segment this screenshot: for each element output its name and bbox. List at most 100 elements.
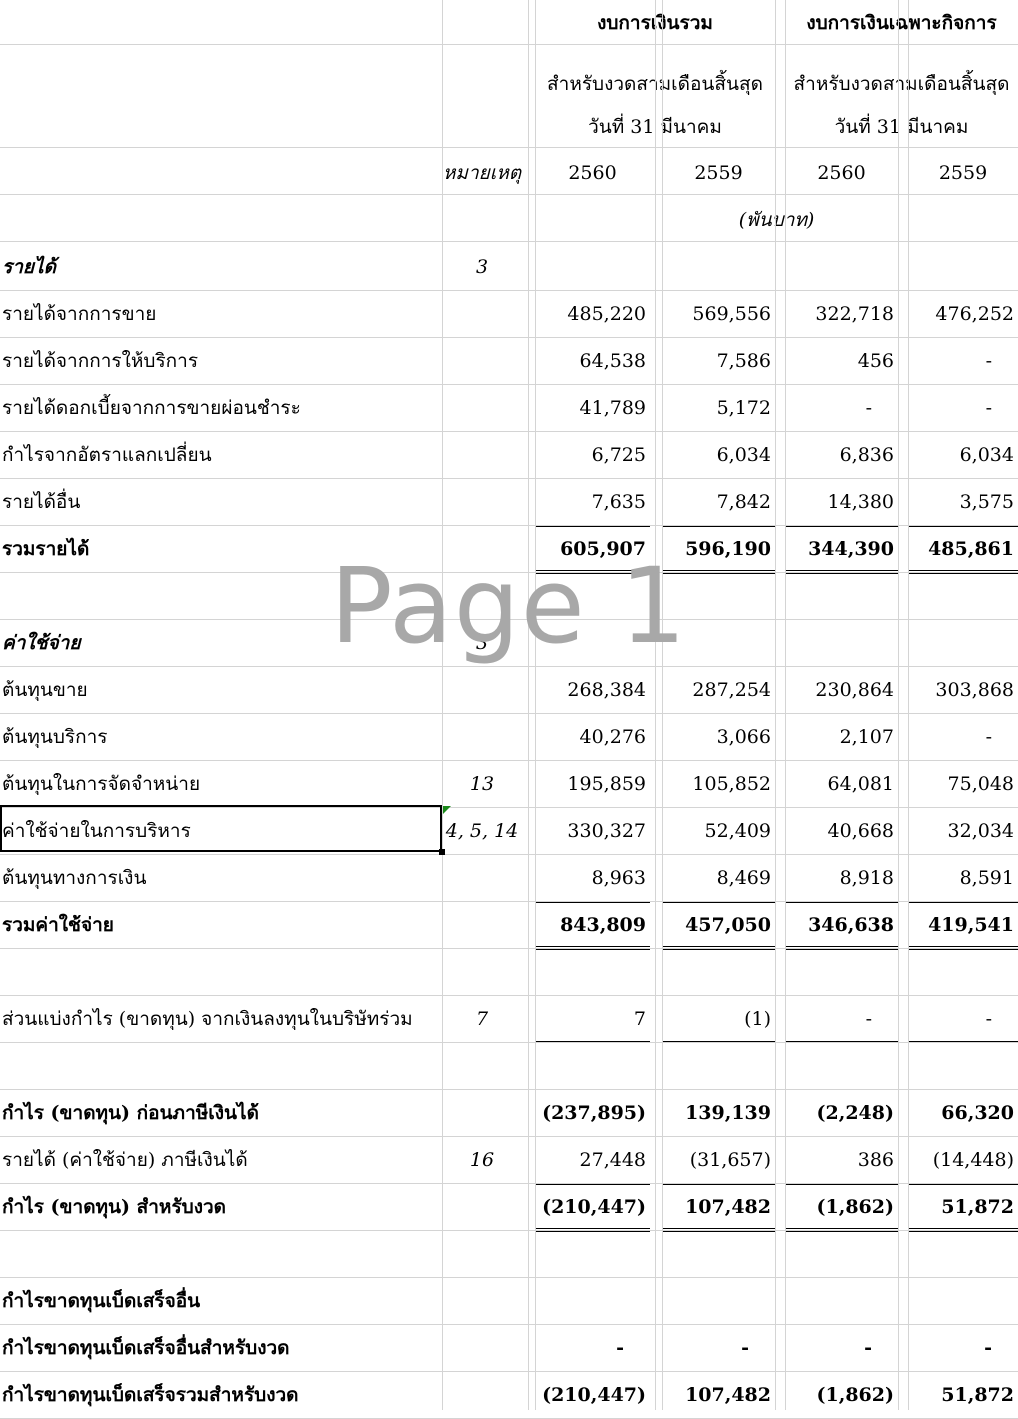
row-note[interactable] bbox=[442, 432, 522, 479]
row-note[interactable]: 4, 5, 14 bbox=[442, 808, 522, 855]
value-cell[interactable]: - bbox=[535, 1325, 624, 1372]
value-cell[interactable]: 303,868 bbox=[908, 667, 1014, 714]
row-note[interactable] bbox=[442, 573, 522, 620]
value-cell[interactable]: 419,541 bbox=[908, 902, 1014, 949]
row-label[interactable]: รายได้จากการให้บริการ bbox=[2, 338, 198, 385]
value-cell[interactable]: 6,836 bbox=[785, 432, 894, 479]
row-label[interactable]: กำไรขาดทุนเบ็ดเสร็จอื่นสำหรับงวด bbox=[2, 1325, 290, 1372]
value-cell[interactable]: - bbox=[908, 338, 992, 385]
row-label[interactable]: รายได้จากการขาย bbox=[2, 291, 156, 338]
selected-cell-outline[interactable] bbox=[0, 805, 445, 855]
unit-label[interactable]: (พันบาท) bbox=[535, 197, 1018, 244]
header-separate[interactable]: งบการเงินเฉพาะกิจการ bbox=[785, 0, 1018, 47]
row-label[interactable]: กำไรขาดทุนเบ็ดเสร็จรวมสำหรับงวด bbox=[2, 1372, 299, 1419]
value-cell[interactable]: 456 bbox=[785, 338, 894, 385]
comment-indicator-icon[interactable] bbox=[443, 806, 451, 814]
row-note[interactable]: 16 bbox=[442, 1137, 522, 1184]
row-label[interactable]: ส่วนแบ่งกำไร (ขาดทุน) จากเงินลงทุนในบริษ… bbox=[2, 996, 413, 1043]
row-note[interactable] bbox=[442, 949, 522, 996]
value-cell[interactable]: 3,575 bbox=[908, 479, 1014, 526]
value-cell[interactable]: 485,220 bbox=[535, 291, 646, 338]
value-cell[interactable]: 5,172 bbox=[662, 385, 771, 432]
value-cell[interactable]: 139,139 bbox=[662, 1090, 771, 1137]
row-note[interactable] bbox=[442, 1325, 522, 1372]
value-cell[interactable]: 52,409 bbox=[662, 808, 771, 855]
value-cell[interactable]: 457,050 bbox=[662, 902, 771, 949]
value-cell[interactable]: 51,872 bbox=[908, 1372, 1014, 1419]
note-column-header[interactable]: หมายเหตุ bbox=[442, 150, 522, 197]
value-cell[interactable]: 6,725 bbox=[535, 432, 646, 479]
row-label[interactable]: รวมรายได้ bbox=[2, 526, 89, 573]
value-cell[interactable]: - bbox=[908, 996, 992, 1043]
row-label[interactable]: กำไรจากอัตราแลกเปลี่ยน bbox=[2, 432, 212, 479]
value-cell[interactable]: (1,862) bbox=[785, 1184, 894, 1231]
value-cell[interactable]: - bbox=[908, 1325, 992, 1372]
row-note[interactable] bbox=[442, 1090, 522, 1137]
value-cell[interactable]: 7,842 bbox=[662, 479, 771, 526]
value-cell[interactable]: 51,872 bbox=[908, 1184, 1014, 1231]
value-cell[interactable]: 7,635 bbox=[535, 479, 646, 526]
value-cell[interactable]: 8,963 bbox=[535, 855, 646, 902]
row-note[interactable] bbox=[442, 1278, 522, 1325]
value-cell[interactable]: 66,320 bbox=[908, 1090, 1014, 1137]
value-cell[interactable]: (2,248) bbox=[785, 1090, 894, 1137]
value-cell[interactable]: 8,469 bbox=[662, 855, 771, 902]
value-cell[interactable]: - bbox=[908, 714, 992, 761]
value-cell[interactable]: 40,276 bbox=[535, 714, 646, 761]
value-cell[interactable]: - bbox=[785, 385, 872, 432]
value-cell[interactable]: 40,668 bbox=[785, 808, 894, 855]
year-header-1[interactable]: 2560 bbox=[535, 150, 650, 197]
row-note[interactable] bbox=[442, 526, 522, 573]
value-cell[interactable]: 8,591 bbox=[908, 855, 1014, 902]
value-cell[interactable]: 7,586 bbox=[662, 338, 771, 385]
row-label[interactable]: รวมค่าใช้จ่าย bbox=[2, 902, 114, 949]
row-label[interactable]: รายได้อื่น bbox=[2, 479, 80, 526]
row-note[interactable] bbox=[442, 714, 522, 761]
value-cell[interactable]: 2,107 bbox=[785, 714, 894, 761]
row-label[interactable]: ต้นทุนขาย bbox=[2, 667, 88, 714]
value-cell[interactable]: (1) bbox=[662, 996, 771, 1043]
value-cell[interactable]: 64,538 bbox=[535, 338, 646, 385]
value-cell[interactable]: 344,390 bbox=[785, 526, 894, 573]
value-cell[interactable]: 32,034 bbox=[908, 808, 1014, 855]
value-cell[interactable]: 105,852 bbox=[662, 761, 771, 808]
value-cell[interactable]: 287,254 bbox=[662, 667, 771, 714]
row-label[interactable]: ต้นทุนบริการ bbox=[2, 714, 107, 761]
row-note[interactable]: 7 bbox=[442, 996, 522, 1043]
value-cell[interactable]: 75,048 bbox=[908, 761, 1014, 808]
row-note[interactable] bbox=[442, 902, 522, 949]
value-cell[interactable]: 41,789 bbox=[535, 385, 646, 432]
row-label[interactable]: รายได้ (ค่าใช้จ่าย) ภาษีเงินได้ bbox=[2, 1137, 248, 1184]
value-cell[interactable]: 476,252 bbox=[908, 291, 1014, 338]
value-cell[interactable]: 8,918 bbox=[785, 855, 894, 902]
value-cell[interactable]: 569,556 bbox=[662, 291, 771, 338]
value-cell[interactable]: 596,190 bbox=[662, 526, 771, 573]
row-note[interactable]: 3 bbox=[442, 620, 522, 667]
value-cell[interactable]: 346,638 bbox=[785, 902, 894, 949]
value-cell[interactable]: 330,327 bbox=[535, 808, 646, 855]
value-cell[interactable]: - bbox=[785, 996, 872, 1043]
year-header-3[interactable]: 2560 bbox=[785, 150, 898, 197]
value-cell[interactable]: (237,895) bbox=[535, 1090, 646, 1137]
row-label[interactable]: รายได้ bbox=[2, 244, 56, 291]
value-cell[interactable]: 195,859 bbox=[535, 761, 646, 808]
row-note[interactable] bbox=[442, 385, 522, 432]
row-note[interactable]: 13 bbox=[442, 761, 522, 808]
value-cell[interactable]: 485,861 bbox=[908, 526, 1014, 573]
period-separate-line2[interactable]: วันที่ 31 มีนาคม bbox=[785, 107, 1018, 147]
row-note[interactable] bbox=[442, 291, 522, 338]
row-label[interactable]: กำไรขาดทุนเบ็ดเสร็จอื่น bbox=[2, 1278, 200, 1325]
row-note[interactable]: 3 bbox=[442, 244, 522, 291]
value-cell[interactable]: 7 bbox=[535, 996, 646, 1043]
row-note[interactable] bbox=[442, 1184, 522, 1231]
value-cell[interactable]: 107,482 bbox=[662, 1184, 771, 1231]
row-note[interactable] bbox=[442, 1372, 522, 1419]
row-label[interactable]: ค่าใช้จ่าย bbox=[2, 620, 81, 667]
value-cell[interactable]: 64,081 bbox=[785, 761, 894, 808]
value-cell[interactable]: 6,034 bbox=[908, 432, 1014, 479]
value-cell[interactable]: 107,482 bbox=[662, 1372, 771, 1419]
fill-handle[interactable] bbox=[439, 849, 445, 855]
year-header-4[interactable]: 2559 bbox=[908, 150, 1018, 197]
value-cell[interactable]: (210,447) bbox=[535, 1372, 646, 1419]
year-header-2[interactable]: 2559 bbox=[662, 150, 775, 197]
